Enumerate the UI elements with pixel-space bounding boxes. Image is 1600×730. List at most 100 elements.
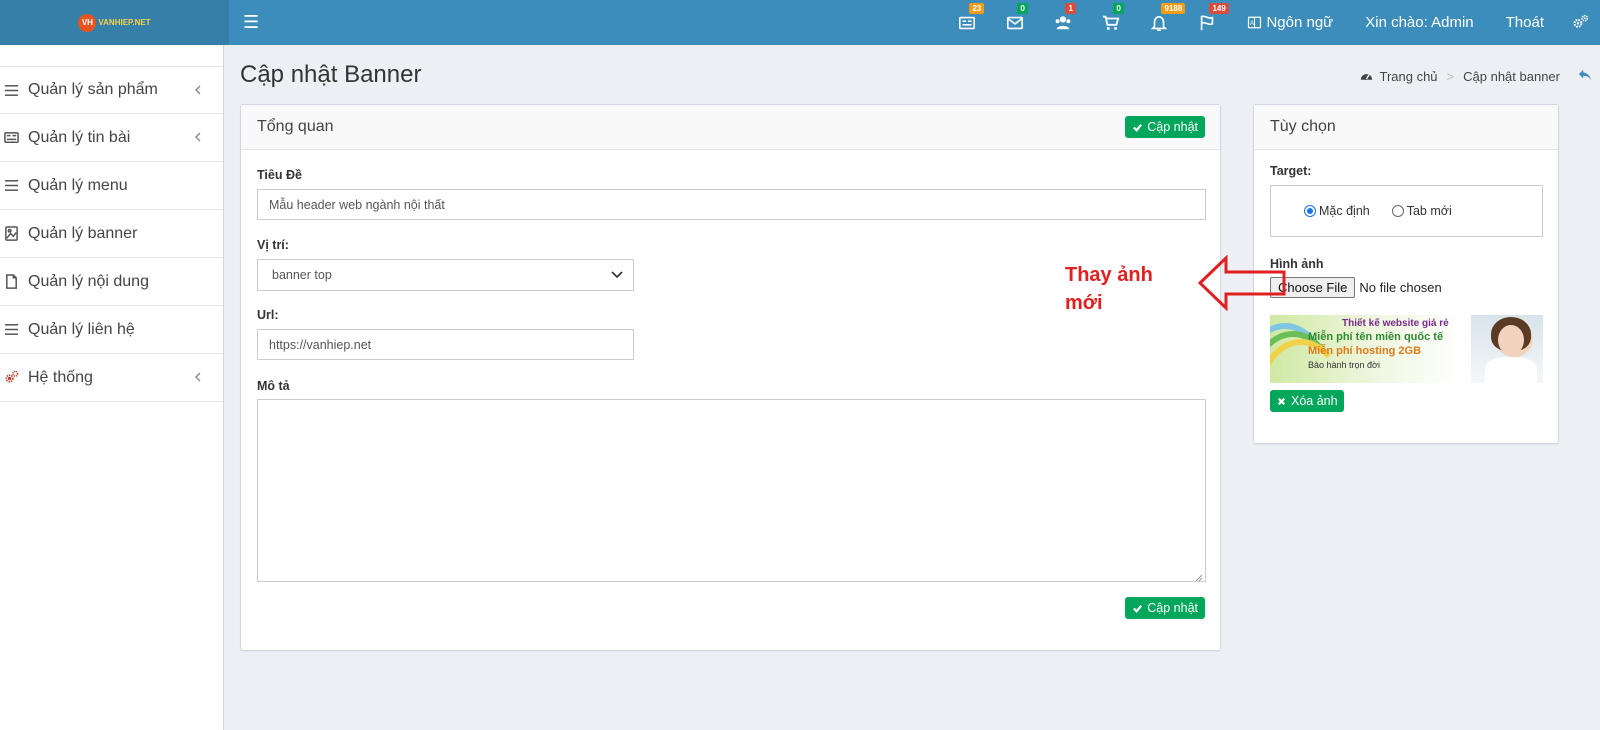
breadcrumb: Trang chủ > Cập nhật banner [1360,69,1560,84]
overview-title: Tổng quan [257,118,334,135]
check-icon [1133,123,1143,132]
list-icon [2,178,20,194]
check-icon [1133,604,1143,613]
banner-person-face [1498,325,1524,355]
envelope-icon [1007,16,1024,29]
url-label: Url: [257,308,279,322]
target-radio-group: Mặc định Tab mới [1270,185,1543,237]
radio-default[interactable]: Mặc định [1304,204,1370,218]
no-file-text: No file chosen [1359,280,1442,295]
settings-toggle[interactable] [1560,0,1600,45]
sidebar-item-label: Quản lý nội dung [28,272,149,290]
flag-icon [1201,14,1214,30]
banner-line-3: Miễn phí hosting 2GB [1308,345,1422,357]
chevron-left-icon [193,370,203,384]
alerts-notification[interactable]: 9188 [1135,0,1186,45]
mail-count-badge: 0 [1017,3,1028,14]
radio-default-label: Mặc định [1319,204,1370,218]
update-label: Cập nhật [1147,120,1198,134]
sidebar-item-articles[interactable]: Quản lý tin bài [0,114,223,162]
delete-image-button[interactable]: Xóa ảnh [1270,390,1344,412]
sidebar-item-products[interactable]: Quản lý sản phẩm [0,66,223,114]
sidebar: Quản lý sản phẩm Quản lý tin bài Quản lý… [0,45,224,730]
dashboard-icon [1361,74,1373,80]
logo-text: VANHIEP.NET [98,17,151,27]
back-icon[interactable] [1578,68,1592,82]
gears-icon [1573,14,1588,28]
breadcrumb-current: Cập nhật banner [1463,69,1560,84]
radio-new-tab-label: Tab mới [1406,204,1452,218]
options-panel: Tùy chọn Target: Mặc định Tab mới Hình ả… [1253,104,1559,444]
logo[interactable]: VH VANHIEP.NET [78,13,151,32]
hamburger-icon[interactable]: ☰ [243,12,259,33]
top-nav-right: 23 0 1 0 9188 149 A Ngôn ngữ Xin chào: A… [943,0,1600,45]
bell-icon [1151,15,1168,31]
banner-line-1: Thiết kế website giá rẻ [1342,318,1449,329]
language-menu[interactable]: A Ngôn ngữ [1231,0,1349,45]
times-icon [1277,397,1286,405]
title-value: Mẫu header web ngành nội thất [269,197,445,212]
mail-notification[interactable]: 0 [991,0,1039,45]
sidebar-item-label: Quản lý sản phẩm [28,81,158,98]
chevron-left-icon [193,130,203,144]
file-input[interactable]: Choose File No file chosen [1270,277,1442,298]
logout-link[interactable]: Thoát [1490,0,1560,45]
users-count-badge: 1 [1065,3,1076,14]
position-select[interactable]: banner top [257,259,634,291]
cart-count-badge: 0 [1113,3,1124,14]
banner-person-body [1485,357,1537,383]
title-input[interactable]: Mẫu header web ngành nội thất [257,189,1206,220]
sidebar-item-content[interactable]: Quản lý nội dung [0,258,223,306]
cart-icon [1103,15,1120,30]
file-icon [2,274,20,290]
update-label: Cập nhật [1147,601,1198,615]
user-menu[interactable]: Xin chào: Admin [1349,0,1489,45]
logout-label: Thoát [1505,14,1544,31]
overview-panel: Tổng quan Cập nhật Tiêu Đề Mẫu header we… [240,104,1221,651]
update-button-top[interactable]: Cập nhật [1125,116,1205,138]
list-icon [2,322,20,338]
position-label: Vị trí: [257,238,289,252]
cart-notification[interactable]: 0 [1087,0,1135,45]
url-input[interactable]: https://vanhiep.net [257,329,634,360]
radio-default-control[interactable] [1304,205,1316,217]
description-textarea[interactable] [257,399,1206,582]
banner-line-4: Bảo hành trọn đời [1308,360,1380,370]
chevron-left-icon [193,83,203,97]
sidebar-item-contact[interactable]: Quản lý liên hệ [0,306,223,354]
logo-badge: VH [78,13,97,32]
annotation-arrow-icon [1198,255,1286,311]
options-title: Tùy chọn [1270,118,1336,135]
radio-new-tab-control[interactable] [1391,205,1404,217]
image-icon [2,226,20,242]
description-label: Mô tả [257,379,290,393]
users-notification[interactable]: 1 [1039,0,1087,45]
sidebar-item-label: Hệ thống [28,368,93,386]
resize-handle-icon[interactable] [1195,571,1203,582]
update-button-bottom[interactable]: Cập nhật [1125,597,1205,619]
news-notification[interactable]: 23 [943,0,991,45]
news-count-badge: 23 [969,3,985,14]
radio-new-tab[interactable]: Tab mới [1391,204,1452,218]
delete-image-label: Xóa ảnh [1291,394,1338,408]
sidebar-item-label: Quản lý liên hệ [28,320,135,338]
annotation-text: Thay ảnh mới [1065,264,1153,314]
breadcrumb-home[interactable]: Trang chủ [1379,69,1437,84]
language-label: Ngôn ngữ [1266,14,1334,31]
flags-notification[interactable]: 149 [1183,0,1231,45]
sidebar-item-system[interactable]: Hệ thống [0,354,223,402]
greeting-text: Xin chào: Admin [1365,14,1474,31]
banner-person [1471,315,1543,383]
page-title: Cập nhật Banner [240,61,422,88]
overview-header: Tổng quan Cập nhật [241,105,1220,150]
sidebar-item-banner[interactable]: Quản lý banner [0,210,223,258]
breadcrumb-separator: > [1446,69,1455,84]
sidebar-item-menu[interactable]: Quản lý menu [0,162,223,210]
logo-area[interactable]: VH VANHIEP.NET [0,0,229,45]
sidebar-item-label: Quản lý banner [28,224,138,242]
banner-preview-image: Thiết kế website giá rẻ Miễn phí tên miề… [1270,315,1543,383]
sidebar-item-label: Quản lý tin bài [28,128,131,146]
sidebar-menu: Quản lý sản phẩm Quản lý tin bài Quản lý… [0,66,223,402]
gears-icon [2,370,20,386]
list-icon [2,82,20,98]
